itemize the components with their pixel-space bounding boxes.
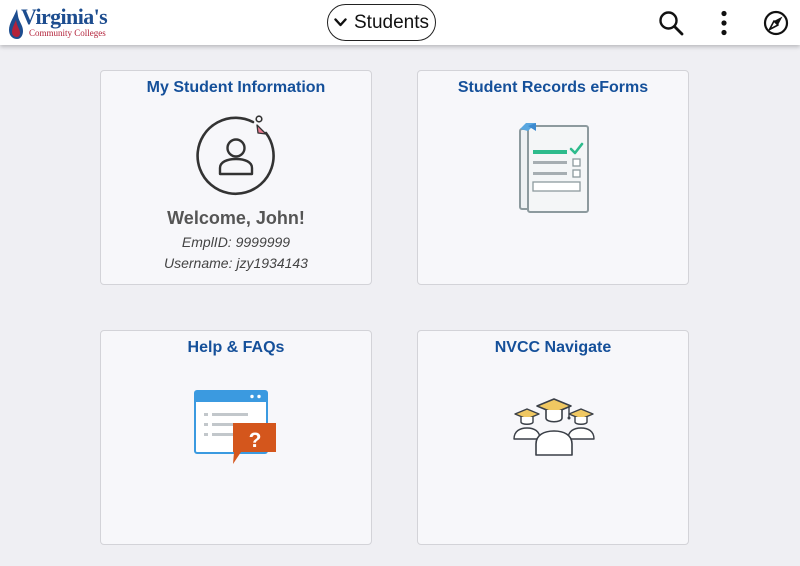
tile-student-records-eforms[interactable]: Student Records eForms (417, 70, 689, 285)
tile-title: Student Records eForms (457, 79, 649, 96)
homepage-selector[interactable]: Students (327, 4, 436, 41)
help-faq-window-icon: ? (194, 390, 276, 464)
homepage-selector-label: Students (354, 11, 429, 33)
eforms-document-icon (519, 123, 589, 213)
chevron-down-icon (334, 18, 347, 27)
user-avatar-icon (196, 115, 275, 196)
app-header: Virginia's Community Colleges Students (0, 0, 800, 45)
tile-my-student-information[interactable]: My Student Information Welcome, John! Em… (100, 70, 372, 285)
logo-subtitle: Community Colleges (29, 28, 106, 38)
logo-name: Virginia's (21, 4, 108, 29)
emplid-text: EmplID: 9999999 (181, 234, 291, 250)
question-mark: ? (249, 429, 262, 452)
tile-nvcc-navigate[interactable]: NVCC Navigate (417, 330, 689, 545)
username-text: Username: jzy1934143 (164, 255, 308, 271)
navigator-compass-icon[interactable] (761, 8, 791, 38)
tile-title: Help & FAQs (187, 339, 285, 356)
tile-help-faqs[interactable]: Help & FAQs ? (100, 330, 372, 545)
graduates-group-icon (513, 398, 595, 456)
tile-title: NVCC Navigate (494, 339, 612, 356)
more-options-icon[interactable] (709, 8, 739, 38)
tile-title: My Student Information (146, 79, 326, 96)
search-icon[interactable] (656, 8, 686, 38)
welcome-message: Welcome, John! (167, 208, 305, 228)
vccs-logo[interactable]: Virginia's Community Colleges (8, 4, 108, 40)
